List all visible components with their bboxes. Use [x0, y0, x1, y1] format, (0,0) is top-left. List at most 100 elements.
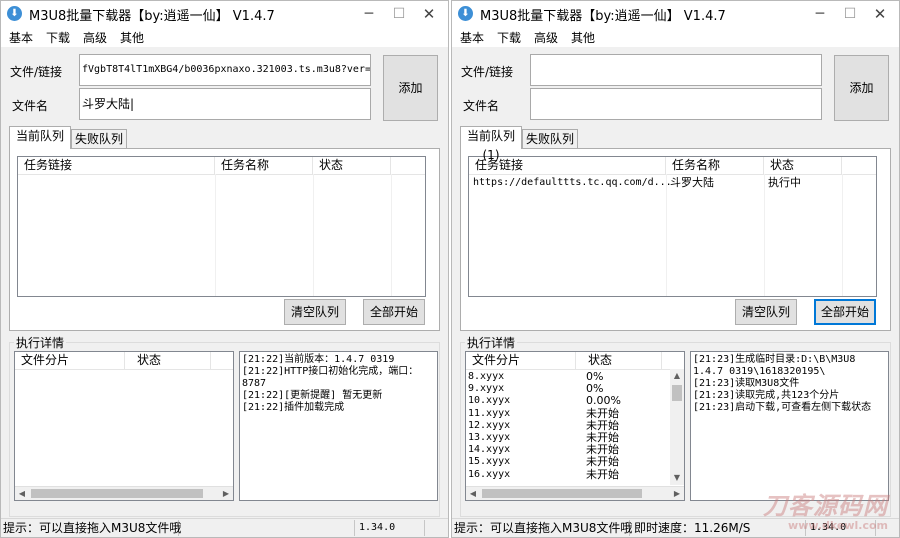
details-group-title: 执行详情	[465, 334, 518, 351]
scroll-up-icon[interactable]: ▲	[670, 369, 684, 383]
status-tip: 提示：可以直接拖入M3U8文件哦	[454, 520, 633, 536]
log-panel[interactable]: [21:22]当前版本：1.4.7 0319 [21:22]HTTP接口初始化完成…	[239, 351, 438, 501]
col-task-link[interactable]: 任务链接	[18, 157, 215, 174]
segment-list[interactable]: 文件分片 状态 8.xyyx 0% 9.xyyx 0% 10.xyyx 0.00% 11.x…	[465, 351, 685, 501]
log-lines: [21:22]当前版本：1.4.7 0319 [21:22]HTTP接口初始化完成…	[240, 352, 437, 414]
col-segment-status[interactable]: 状态	[131, 352, 211, 369]
log-line: [21:22]当前版本：1.4.7 0319	[242, 354, 395, 365]
segment-row[interactable]: 8.xyyx 0%	[468, 371, 603, 383]
menu-advanced[interactable]: 高级	[83, 29, 107, 46]
segment-status: 未开始	[586, 418, 619, 432]
segment-row[interactable]: 15.xyyx 未开始	[468, 456, 619, 468]
watermark: 刀客源码网 www.dkewl.com	[763, 493, 888, 532]
segment-row[interactable]: 9.xyyx 0%	[468, 383, 603, 395]
menu-basic[interactable]: 基本	[9, 29, 33, 46]
close-icon[interactable]: ✕	[869, 4, 891, 24]
scroll-thumb[interactable]	[31, 489, 203, 498]
status-bar: 提示：可以直接拖入M3U8文件哦 1.34.0	[1, 518, 448, 537]
menu-download[interactable]: 下载	[497, 29, 521, 46]
segment-horizontal-scrollbar[interactable]: ◀ ▶	[15, 486, 233, 500]
segment-row[interactable]: 13.xyyx 未开始	[468, 432, 619, 444]
scroll-right-icon[interactable]: ▶	[670, 487, 684, 500]
maximize-icon[interactable]: ☐	[839, 4, 861, 24]
col-task-status[interactable]: 状态	[313, 157, 391, 174]
scroll-right-icon[interactable]: ▶	[219, 487, 233, 500]
col-task-name[interactable]: 任务名称	[666, 157, 764, 174]
log-line: [21:22]插件加载完成	[242, 402, 345, 413]
menu-other[interactable]: 其他	[571, 29, 595, 46]
segment-file: 8.xyyx	[468, 371, 505, 382]
log-panel[interactable]: [21:23]生成临时目录:D:\B\M3U8 1.4.7 0319\16183…	[690, 351, 889, 501]
menu-advanced[interactable]: 高级	[534, 29, 558, 46]
tab-current-queue[interactable]: 当前队列(1)	[460, 126, 522, 162]
tab-failed-queue[interactable]: 失败队列	[71, 129, 127, 149]
file-name-label: 文件名	[463, 99, 500, 113]
scroll-thumb[interactable]	[672, 385, 682, 401]
scroll-left-icon[interactable]: ◀	[15, 487, 29, 500]
menu-bar: 基本 下载 高级 其他	[452, 27, 899, 47]
minimize-icon[interactable]: ─	[809, 4, 831, 24]
menu-basic[interactable]: 基本	[460, 29, 484, 46]
col-segment-status[interactable]: 状态	[582, 352, 662, 369]
window-title: M3U8批量下载器【by:逍遥一仙】 V1.4.7	[480, 9, 726, 24]
segment-status: 未开始	[586, 467, 619, 481]
tab-failed-queue[interactable]: 失败队列	[522, 129, 578, 149]
clear-queue-button[interactable]: 清空队列	[284, 299, 346, 325]
segment-header: 文件分片 状态	[15, 352, 233, 370]
segment-status: 未开始	[586, 406, 619, 420]
add-button[interactable]: 添加	[383, 55, 438, 121]
log-lines: [21:23]生成临时目录:D:\B\M3U8 1.4.7 0319\16183…	[691, 352, 888, 414]
segment-file: 10.xyyx	[468, 395, 511, 407]
start-all-button[interactable]: 全部开始	[814, 299, 876, 325]
queue-row-link[interactable]: https://defaulttts.tc.qq.com/d...	[473, 176, 672, 190]
task-queue-list[interactable]: 任务链接 任务名称 状态	[17, 156, 426, 297]
segment-status: 未开始	[586, 455, 619, 469]
file-link-input[interactable]	[530, 54, 822, 86]
watermark-title: 刀客源码网	[763, 492, 888, 520]
queue-row-status[interactable]: 执行中	[768, 176, 801, 190]
file-name-input[interactable]: 斗罗大陆|	[79, 88, 371, 120]
segment-status: 0.00%	[586, 394, 621, 408]
segment-row[interactable]: 16.xyyx 未开始	[468, 468, 619, 481]
segment-list[interactable]: 文件分片 状态 ◀ ▶	[14, 351, 234, 501]
title-bar[interactable]: ⬇ M3U8批量下载器【by:逍遥一仙】 V1.4.7 ─ ☐ ✕	[452, 1, 899, 27]
title-bar[interactable]: ⬇ M3U8批量下载器【by:逍遥一仙】 V1.4.7 ─ ☐ ✕	[1, 1, 448, 27]
minimize-icon[interactable]: ─	[358, 4, 380, 24]
segment-row[interactable]: 11.xyyx 未开始	[468, 407, 619, 420]
menu-bar: 基本 下载 高级 其他	[1, 27, 448, 47]
window-title: M3U8批量下载器【by:逍遥一仙】 V1.4.7	[29, 9, 275, 24]
segment-row[interactable]: 10.xyyx 0.00%	[468, 395, 621, 407]
segment-status: 0%	[586, 382, 604, 396]
file-link-input[interactable]: fVgbT8T4lT1mXBG4/b0036pxnaxo.321003.ts.m…	[79, 54, 371, 86]
segment-status: 0%	[586, 370, 604, 383]
col-segment-file[interactable]: 文件分片	[466, 352, 576, 369]
clear-queue-button[interactable]: 清空队列	[735, 299, 797, 325]
menu-other[interactable]: 其他	[120, 29, 144, 46]
status-speed	[179, 520, 355, 536]
app-window: ⬇ M3U8批量下载器【by:逍遥一仙】 V1.4.7 ─ ☐ ✕ 基本 下载 …	[0, 0, 449, 538]
scroll-thumb[interactable]	[482, 489, 642, 498]
segment-file: 14.xyyx	[468, 444, 511, 456]
col-task-name[interactable]: 任务名称	[215, 157, 313, 174]
task-queue-list[interactable]: 任务链接 任务名称 状态 https://defaulttts.tc.qq.co…	[468, 156, 877, 297]
file-name-input[interactable]	[530, 88, 822, 120]
status-version: 1.34.0	[355, 520, 425, 536]
tab-current-queue[interactable]: 当前队列	[9, 126, 71, 149]
segment-vertical-scrollbar[interactable]: ▲ ▼	[670, 369, 684, 485]
queue-row-name[interactable]: 斗罗大陆	[670, 176, 714, 190]
file-link-label: 文件/链接	[10, 65, 63, 79]
menu-download[interactable]: 下载	[46, 29, 70, 46]
scroll-down-icon[interactable]: ▼	[670, 471, 684, 485]
segment-horizontal-scrollbar[interactable]: ◀ ▶	[466, 486, 684, 500]
queue-header: 任务链接 任务名称 状态	[469, 157, 876, 175]
col-segment-file[interactable]: 文件分片	[15, 352, 125, 369]
scroll-left-icon[interactable]: ◀	[466, 487, 480, 500]
add-button[interactable]: 添加	[834, 55, 889, 121]
maximize-icon[interactable]: ☐	[388, 4, 410, 24]
col-task-status[interactable]: 状态	[764, 157, 842, 174]
segment-row[interactable]: 12.xyyx 未开始	[468, 419, 619, 432]
segment-row[interactable]: 14.xyyx 未开始	[468, 444, 619, 456]
app-download-icon: ⬇	[458, 6, 473, 21]
close-icon[interactable]: ✕	[418, 4, 440, 24]
start-all-button[interactable]: 全部开始	[363, 299, 425, 325]
